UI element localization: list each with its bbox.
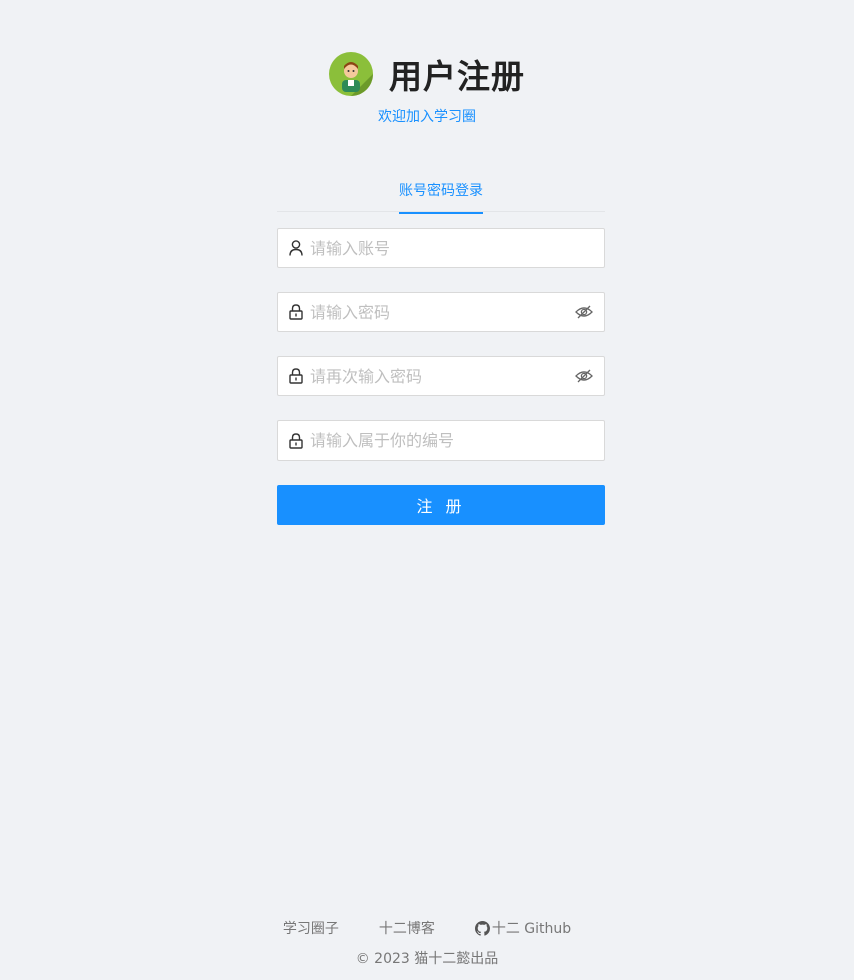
register-button[interactable]: 注 册 (277, 485, 605, 525)
account-input[interactable] (310, 238, 593, 258)
avatar-logo (329, 52, 373, 96)
lock-icon (289, 368, 305, 384)
copyright: © 2023 猫十二懿出品 (0, 948, 854, 968)
page-title: 用户注册 (389, 57, 525, 96)
user-icon (289, 240, 305, 256)
user-avatar-icon (342, 62, 373, 96)
header: 用户注册 (0, 50, 854, 98)
lock-icon (289, 432, 305, 449)
account-field (277, 228, 605, 268)
footer-link-label: 十二 Github (491, 921, 572, 937)
tab-account-password[interactable]: 账号密码登录 (399, 180, 483, 214)
password-input[interactable] (310, 302, 575, 322)
confirm-password-field (277, 356, 605, 396)
confirm-password-input[interactable] (310, 366, 575, 386)
eye-invisible-icon[interactable] (575, 303, 593, 321)
footer-link-circle[interactable]: 学习圈子 (283, 918, 339, 938)
github-icon (474, 920, 490, 936)
eye-invisible-icon[interactable] (575, 367, 593, 385)
code-input[interactable] (310, 431, 593, 450)
copyright-icon: © (355, 951, 370, 967)
footer-link-github[interactable]: 十二 Github (474, 918, 572, 938)
copyright-text: 2023 猫十二懿出品 (374, 951, 499, 967)
footer-link-label: 学习圈子 (282, 921, 339, 937)
register-page: 用户注册 欢迎加入学习圈 账号密码登录 请输入账号 请输入属于你的编号 注 册 … (0, 0, 854, 980)
login-tabs: 账号密码登录 (277, 170, 605, 214)
footer-link-blog[interactable]: 十二博客 (379, 918, 435, 938)
footer-links: 学习圈子 十二博客 十二 Github (0, 918, 854, 938)
code-field (277, 420, 605, 461)
lock-icon (289, 304, 305, 320)
password-field (277, 292, 605, 332)
page-subtitle: 欢迎加入学习圈 (378, 109, 476, 125)
footer-link-label: 十二博客 (378, 921, 435, 937)
